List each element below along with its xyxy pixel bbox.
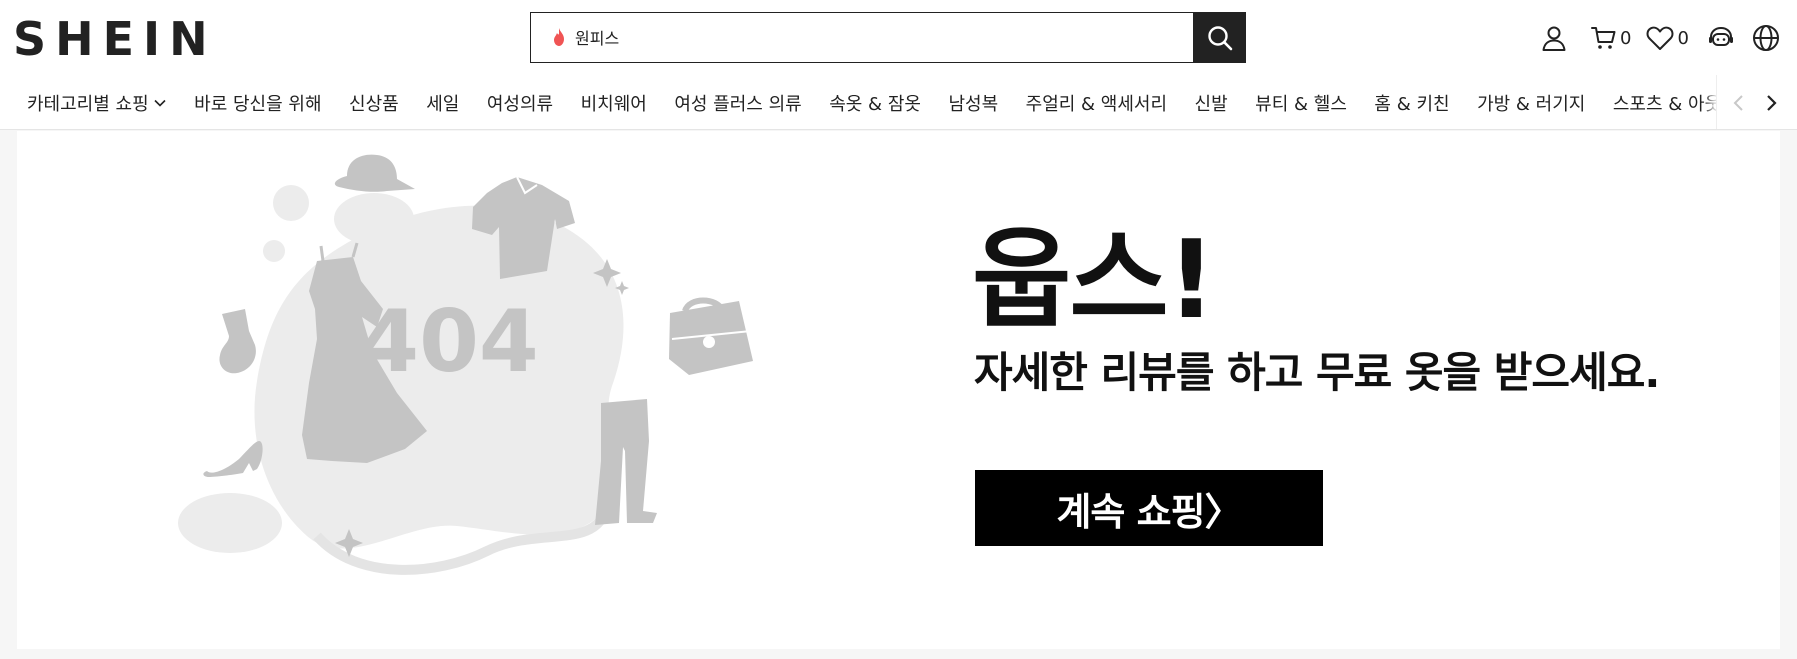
shein-logo[interactable]: SHEIN (13, 15, 217, 63)
continue-shopping-button[interactable]: 계속 쇼핑〉 (975, 470, 1323, 546)
nav-item-jewelry-accessories[interactable]: 주얼리 & 액세서리 (1026, 90, 1167, 116)
search-input[interactable] (575, 13, 1175, 61)
flame-icon (554, 28, 564, 46)
nav-item-for-you[interactable]: 바로 당신을 위해 (194, 90, 321, 116)
error-banner: 404 웁스! 자세한 리뷰를 하고 무료 옷을 받으세요. 계속 쇼핑〉 (17, 131, 1780, 649)
cart-button[interactable]: 0 (1590, 24, 1631, 52)
wishlist-count: 0 (1677, 27, 1689, 49)
nav-item-beachwear[interactable]: 비치웨어 (581, 90, 647, 116)
support-button[interactable] (1707, 24, 1735, 52)
wishlist-button[interactable]: 0 (1645, 24, 1689, 52)
chevron-right-icon[interactable] (1761, 93, 1781, 113)
nav-item-label: 카테고리별 쇼핑 (27, 93, 149, 115)
nav-item-shoes[interactable]: 신발 (1195, 90, 1228, 116)
search-icon (1207, 25, 1232, 50)
nav-item-shop-by-category[interactable]: 카테고리별 쇼핑 (27, 90, 167, 116)
nav-item-plus-size[interactable]: 여성 플러스 의류 (674, 90, 801, 116)
nav-scroll-controls (1716, 75, 1797, 129)
nav-item-home-kitchen[interactable]: 홈 & 키친 (1374, 90, 1449, 116)
header-icons: 0 0 (1540, 22, 1781, 54)
nav-item-sale[interactable]: 세일 (426, 90, 459, 116)
category-nav: 카테고리별 쇼핑 바로 당신을 위해 신상품 세일 여성의류 비치웨어 여성 플… (0, 75, 1797, 130)
nav-item-women[interactable]: 여성의류 (487, 90, 553, 116)
404-illustration: 404 (178, 154, 753, 575)
user-icon (1542, 26, 1566, 51)
chevron-down-icon (154, 99, 166, 107)
nav-items: 카테고리별 쇼핑 바로 당신을 위해 신상품 세일 여성의류 비치웨어 여성 플… (27, 75, 1782, 129)
search-bar[interactable] (530, 12, 1246, 63)
globe-icon (1752, 25, 1779, 51)
error-title: 웁스! (972, 218, 1216, 343)
account-button[interactable] (1540, 24, 1568, 52)
language-button[interactable] (1751, 23, 1781, 53)
nav-item-men[interactable]: 남성복 (948, 90, 998, 116)
heart-icon (1647, 26, 1674, 50)
cart-count: 0 (1620, 27, 1632, 49)
nav-item-beauty-health[interactable]: 뷰티 & 헬스 (1255, 90, 1347, 116)
header: SHEIN 0 (0, 0, 1797, 75)
chevron-left-icon[interactable] (1729, 93, 1749, 113)
nav-item-bags-luggage[interactable]: 가방 & 러기지 (1477, 90, 1585, 116)
nav-item-underwear-sleepwear[interactable]: 속옷 & 잠옷 (829, 90, 921, 116)
nav-item-new-in[interactable]: 신상품 (349, 90, 399, 116)
search-button[interactable] (1193, 12, 1246, 63)
error-message: 자세한 리뷰를 하고 무료 옷을 받으세요. (974, 348, 1660, 397)
cart-icon (1591, 27, 1616, 49)
headset-icon (1708, 26, 1733, 46)
